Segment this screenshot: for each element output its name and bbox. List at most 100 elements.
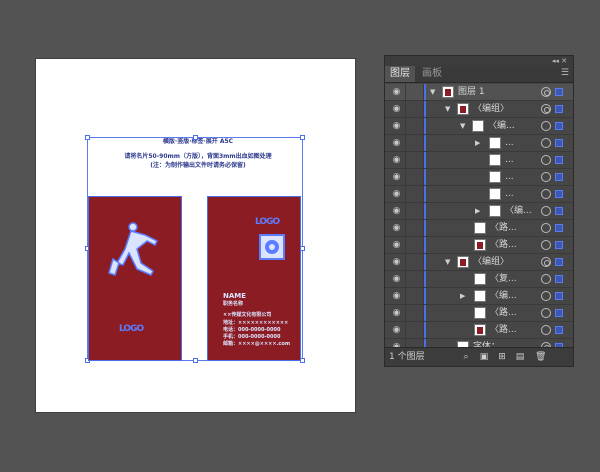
expand-triangle-icon[interactable]: ▼ — [430, 84, 435, 100]
layer-name[interactable]: 图层 1 — [458, 84, 485, 100]
selection-square-icon[interactable] — [555, 88, 563, 96]
panel-titlebar[interactable]: ◂◂ ✕ — [385, 56, 573, 66]
layer-row[interactable]: ◉ ▶ ... — [385, 135, 573, 152]
visibility-eye-icon[interactable]: ◉ — [388, 169, 406, 185]
layer-row[interactable]: ◉ 〈路... — [385, 220, 573, 237]
selection-square-icon[interactable] — [555, 139, 563, 147]
visibility-eye-icon[interactable]: ◉ — [388, 152, 406, 168]
layer-name[interactable]: ... — [505, 152, 514, 168]
target-circle-icon[interactable] — [541, 87, 551, 97]
expand-triangle-icon[interactable]: ▼ — [445, 101, 450, 117]
layer-row[interactable]: ◉ 〈路... — [385, 237, 573, 254]
target-circle-icon[interactable] — [541, 138, 551, 148]
selection-square-icon[interactable] — [555, 309, 563, 317]
selection-square-icon[interactable] — [555, 224, 563, 232]
selection-handle-top-left[interactable] — [85, 135, 90, 140]
new-sublayer-icon[interactable]: ⊞ — [497, 352, 507, 362]
target-circle-icon[interactable] — [541, 240, 551, 250]
delete-layer-icon[interactable]: 🗑 — [535, 352, 546, 362]
target-circle-icon[interactable] — [541, 308, 551, 318]
target-circle-icon[interactable] — [541, 257, 551, 267]
layer-row[interactable]: ◉ ... — [385, 152, 573, 169]
business-card-front[interactable]: LOGO NAME 职务名称 ××传媒文化有限公司 地址：×××××××××××… — [207, 196, 301, 361]
target-circle-icon[interactable] — [541, 274, 551, 284]
visibility-eye-icon[interactable]: ◉ — [388, 220, 406, 236]
visibility-eye-icon[interactable]: ◉ — [388, 101, 406, 117]
visibility-eye-icon[interactable]: ◉ — [388, 118, 406, 134]
selection-square-icon[interactable] — [555, 156, 563, 164]
target-circle-icon[interactable] — [541, 223, 551, 233]
lock-toggle[interactable] — [406, 152, 424, 168]
lock-toggle[interactable] — [406, 203, 424, 219]
expand-triangle-icon[interactable]: ▼ — [460, 118, 465, 134]
layer-name[interactable]: 〈编... — [488, 118, 515, 134]
layer-name[interactable]: 〈路... — [490, 220, 517, 236]
layer-name[interactable]: ... — [505, 169, 514, 185]
collapse-panel-icon[interactable]: ◂◂ ✕ — [552, 56, 567, 66]
selection-square-icon[interactable] — [555, 326, 563, 334]
layer-row[interactable]: ◉ ... — [385, 169, 573, 186]
selection-square-icon[interactable] — [555, 258, 563, 266]
target-circle-icon[interactable] — [541, 189, 551, 199]
lock-toggle[interactable] — [406, 101, 424, 117]
search-icon[interactable]: ⌕ — [461, 352, 471, 362]
target-circle-icon[interactable] — [541, 206, 551, 216]
visibility-eye-icon[interactable]: ◉ — [388, 203, 406, 219]
visibility-eye-icon[interactable]: ◉ — [388, 186, 406, 202]
layer-row[interactable]: ◉ ▼ 〈编组〉 — [385, 101, 573, 118]
visibility-eye-icon[interactable]: ◉ — [388, 135, 406, 151]
layer-row[interactable]: ◉ 〈复... — [385, 271, 573, 288]
target-circle-icon[interactable] — [541, 155, 551, 165]
layer-name[interactable]: 〈路... — [490, 305, 517, 321]
layer-name[interactable]: 〈复... — [490, 271, 517, 287]
layer-name[interactable]: 〈路... — [490, 322, 517, 338]
selection-handle-top-right[interactable] — [300, 135, 305, 140]
layer-name[interactable]: 〈编... — [490, 288, 517, 304]
target-circle-icon[interactable] — [541, 291, 551, 301]
target-circle-icon[interactable] — [541, 121, 551, 131]
tab-layers[interactable]: 图层 — [385, 66, 415, 82]
make-clipping-mask-icon[interactable]: ▣ — [479, 352, 489, 362]
target-circle-icon[interactable] — [541, 172, 551, 182]
panel-menu-icon[interactable]: ☰ — [561, 68, 569, 78]
expand-triangle-icon[interactable]: ▼ — [445, 254, 450, 270]
visibility-eye-icon[interactable]: ◉ — [388, 322, 406, 338]
layer-row[interactable]: ◉ ▶ 〈编... — [385, 203, 573, 220]
lock-toggle[interactable] — [406, 84, 424, 100]
lock-toggle[interactable] — [406, 288, 424, 304]
visibility-eye-icon[interactable]: ◉ — [388, 237, 406, 253]
target-circle-icon[interactable] — [541, 104, 551, 114]
layer-row[interactable]: ◉ 〈路... — [385, 305, 573, 322]
selection-square-icon[interactable] — [555, 292, 563, 300]
lock-toggle[interactable] — [406, 271, 424, 287]
visibility-eye-icon[interactable]: ◉ — [388, 84, 406, 100]
selection-square-icon[interactable] — [555, 190, 563, 198]
business-card-back[interactable]: LOGO — [88, 196, 182, 361]
selection-square-icon[interactable] — [555, 241, 563, 249]
visibility-eye-icon[interactable]: ◉ — [388, 271, 406, 287]
lock-toggle[interactable] — [406, 135, 424, 151]
selection-square-icon[interactable] — [555, 122, 563, 130]
selection-square-icon[interactable] — [555, 173, 563, 181]
selection-square-icon[interactable] — [555, 207, 563, 215]
expand-triangle-icon[interactable]: ▶ — [475, 203, 480, 219]
selection-square-icon[interactable] — [555, 105, 563, 113]
lock-toggle[interactable] — [406, 169, 424, 185]
lock-toggle[interactable] — [406, 254, 424, 270]
selection-handle-bottom[interactable] — [193, 358, 198, 363]
visibility-eye-icon[interactable]: ◉ — [388, 288, 406, 304]
lock-toggle[interactable] — [406, 186, 424, 202]
selection-handle-top[interactable] — [193, 135, 198, 140]
lock-toggle[interactable] — [406, 305, 424, 321]
layer-name[interactable]: ... — [505, 186, 514, 202]
layer-row[interactable]: ◉ ▼ 〈编组〉 — [385, 254, 573, 271]
selection-square-icon[interactable] — [555, 275, 563, 283]
layer-row[interactable]: ◉ ▶ 〈编... — [385, 288, 573, 305]
layer-row[interactable]: ◉ ... — [385, 186, 573, 203]
visibility-eye-icon[interactable]: ◉ — [388, 254, 406, 270]
layer-name[interactable]: 〈路... — [490, 237, 517, 253]
layer-name[interactable]: 〈编... — [505, 203, 532, 219]
layer-name[interactable]: 〈编组〉 — [473, 101, 509, 117]
layer-row[interactable]: ◉ ▼ 〈编... — [385, 118, 573, 135]
layer-name[interactable]: 〈编组〉 — [473, 254, 509, 270]
